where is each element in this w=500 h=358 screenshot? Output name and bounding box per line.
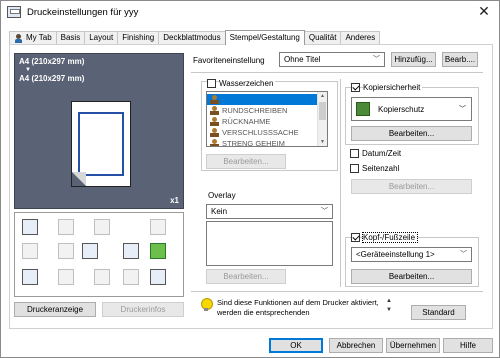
add-favorite-button[interactable]: Hinzufüg... <box>391 52 436 67</box>
user-icon <box>14 33 23 43</box>
cancel-button[interactable]: Abbrechen <box>329 338 383 353</box>
overlay-label: Overlay <box>208 191 236 200</box>
staple-icon <box>150 219 166 235</box>
puzzle-icon <box>123 269 139 285</box>
title-bar: Druckeinstellungen für yyy ✕ <box>1 1 499 23</box>
apply-button[interactable]: Übernehmen <box>386 338 440 353</box>
combine-icon <box>58 243 74 259</box>
tab-my-tab[interactable]: My Tab <box>9 31 57 44</box>
user-box-icon <box>94 269 110 285</box>
standard-button[interactable]: Standard <box>411 305 466 320</box>
info-scroll-icon[interactable]: ▲ ▼ <box>386 297 392 315</box>
header-footer-checkbox[interactable] <box>351 233 360 242</box>
header-footer-select[interactable]: <Geräteeinstellung 1> ﹀ <box>351 247 472 262</box>
overlay-list[interactable] <box>206 221 333 266</box>
tab-layout[interactable]: Layout <box>84 31 119 44</box>
list-item[interactable]: RUNDSCHREIBEN <box>207 105 319 116</box>
chevron-down-icon: ﹀ <box>460 251 467 258</box>
watermark-checkbox[interactable] <box>207 79 216 88</box>
tab-stamp-layout[interactable]: Stempel/Gestaltung <box>224 30 305 45</box>
divider <box>191 72 483 73</box>
watermark-label: Wasserzeichen <box>219 79 276 88</box>
printer-settings-window: Druckeinstellungen für yyy ✕ My Tab Basi… <box>0 0 500 358</box>
lightbulb-icon <box>201 298 213 312</box>
help-button[interactable]: Hilfe <box>443 338 493 353</box>
stamp-icon <box>210 139 219 146</box>
copy-security-icon <box>150 243 166 259</box>
print-preview: A4 (210x297 mm) ▼ A4 (210x297 mm) x1 <box>14 53 184 209</box>
layout-icon <box>94 219 110 235</box>
list-item[interactable]: RÜCKNAHME <box>207 116 319 127</box>
vertical-divider <box>340 79 341 287</box>
header-footer-edit-button[interactable]: Bearbeiten... <box>351 269 472 284</box>
list-scrollbar[interactable]: ▲ ▼ <box>317 92 327 146</box>
watermark-list[interactable]: VERTRAULICH RUNDSCHREIBEN RÜCKNAHME VERS… <box>206 91 328 147</box>
watermark-page-icon <box>123 243 139 259</box>
tab-finishing[interactable]: Finishing <box>117 31 160 44</box>
header-footer-label: Kopf-/Fußzeile <box>361 232 419 243</box>
printer-app-icon <box>7 6 21 18</box>
header-footer-frame <box>78 112 124 176</box>
info-text: Sind diese Funktionen auf dem Drucker ak… <box>217 298 379 317</box>
overlay-edit-button[interactable]: Bearbeiten... <box>206 269 286 284</box>
ok-button[interactable]: OK <box>269 338 323 353</box>
header-footer-icon <box>150 269 166 285</box>
printer-copy-icon <box>22 219 38 235</box>
paper-size-output: A4 (210x297 mm) <box>19 74 85 83</box>
copy-security-label: Kopiersicherheit <box>363 83 423 92</box>
page-number-edit-button[interactable]: Bearbeiten... <box>351 179 472 194</box>
duplex-icon <box>58 219 74 235</box>
watermark-edit-button[interactable]: Bearbeiten... <box>206 154 286 169</box>
page-fold-icon <box>72 172 86 186</box>
printer-info-button[interactable]: Druckerinfos <box>102 302 184 317</box>
function-icon-grid <box>14 212 184 297</box>
chevron-down-icon: ﹀ <box>321 208 328 215</box>
booklet-icon <box>22 243 38 259</box>
overlay-select[interactable]: Kein ﹀ <box>206 204 333 219</box>
page-number-checkbox[interactable] <box>350 164 359 173</box>
paper-size-original: A4 (210x297 mm) <box>19 57 85 66</box>
list-item[interactable]: VERTRAULICH <box>207 94 319 105</box>
document-icon <box>22 269 38 285</box>
paper-preview <box>71 101 131 187</box>
tab-basis[interactable]: Basis <box>55 31 86 44</box>
chevron-down-icon: ﹀ <box>459 106 466 113</box>
scroll-thumb[interactable] <box>319 102 326 120</box>
tab-bar: My Tab Basis Layout Finishing Deckblattm… <box>9 30 381 45</box>
printer-display-button[interactable]: Druckeranzeige <box>14 302 96 317</box>
close-icon[interactable]: ✕ <box>469 1 499 23</box>
copy-security-edit-button[interactable]: Bearbeiten... <box>351 126 472 141</box>
copy-protect-icon <box>356 102 370 116</box>
stamp-icon <box>210 106 219 115</box>
window-title: Druckeinstellungen für yyy <box>27 6 139 18</box>
folder-icon <box>58 269 74 285</box>
tab-other[interactable]: Anderes <box>340 31 381 44</box>
arrow-down-icon: ▼ <box>25 67 31 73</box>
scroll-down-icon[interactable]: ▼ <box>320 139 325 145</box>
date-time-checkbox[interactable] <box>350 149 359 158</box>
date-time-label: Datum/Zeit <box>362 149 402 158</box>
copies-count: x1 <box>170 196 179 205</box>
tab-cover-mode[interactable]: Deckblattmodus <box>158 31 226 44</box>
chevron-down-icon: ﹀ <box>373 56 380 63</box>
scroll-up-icon[interactable]: ▲ <box>320 93 325 99</box>
stamp-icon <box>210 128 219 137</box>
page-number-label: Seitenzahl <box>362 164 400 173</box>
list-item[interactable]: STRENG GEHEIM <box>207 138 319 146</box>
divider <box>191 291 483 292</box>
list-item[interactable]: VERSCHLUSSSACHE <box>207 127 319 138</box>
stamp-icon <box>210 117 219 126</box>
favorites-label: Favoriteneinstellung <box>193 56 265 65</box>
copy-security-select[interactable]: Kopierschutz ﹀ <box>351 97 472 121</box>
tab-quality[interactable]: Qualität <box>303 31 342 44</box>
favorites-select[interactable]: Ohne Titel ﹀ <box>279 52 385 67</box>
edit-favorite-button[interactable]: Bearb.... <box>442 52 478 67</box>
copy-security-checkbox[interactable] <box>351 83 360 92</box>
text-stamp-icon <box>82 243 98 259</box>
stamp-icon <box>210 95 219 104</box>
